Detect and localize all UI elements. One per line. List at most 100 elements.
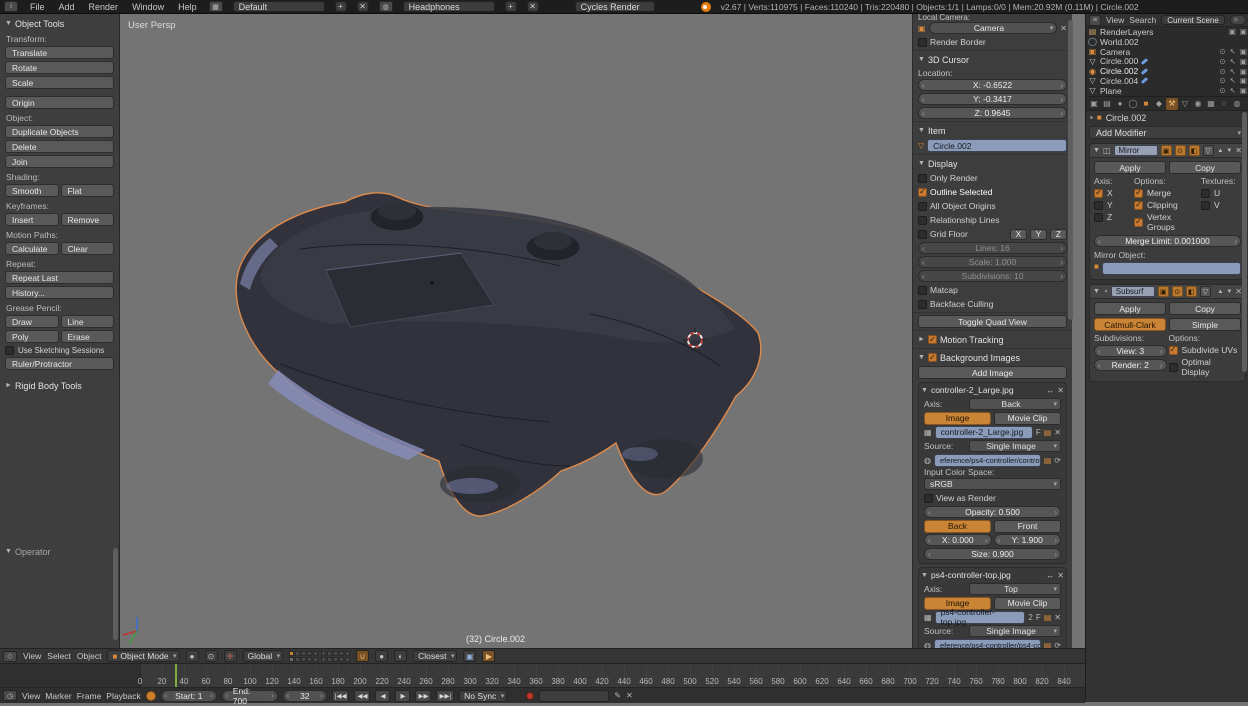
start-frame-field[interactable]: Start: 1 bbox=[161, 690, 217, 702]
layers-widget[interactable] bbox=[289, 651, 350, 662]
cage-toggle[interactable]: ▽ bbox=[1203, 145, 1214, 156]
pin-icon[interactable]: ▪ bbox=[1090, 113, 1093, 122]
reload-icon[interactable]: ⟳ bbox=[1054, 641, 1061, 649]
operator-panel-header[interactable]: ▼ Operator bbox=[5, 545, 109, 558]
gp-line-button[interactable]: Line bbox=[61, 315, 115, 328]
clipping-checkbox[interactable] bbox=[1134, 201, 1143, 210]
vertex-groups-checkbox[interactable] bbox=[1134, 218, 1143, 227]
hide-icon[interactable]: ⊙ bbox=[1219, 57, 1225, 66]
move-up-icon[interactable]: ▲ bbox=[1217, 148, 1223, 154]
select-menu[interactable]: Select bbox=[47, 651, 71, 661]
jump-end-button[interactable]: ▶▶| bbox=[436, 690, 454, 702]
only-render-checkbox[interactable] bbox=[918, 174, 927, 183]
apply-button[interactable]: Apply bbox=[1094, 161, 1166, 174]
browse-folder-icon[interactable]: ▤ bbox=[1044, 456, 1052, 465]
timeline-ruler[interactable]: 0204060801001201401601802002202402602803… bbox=[0, 664, 1085, 687]
colorspace-select[interactable]: sRGB bbox=[924, 478, 1061, 490]
modifier-name-field[interactable]: Mirror bbox=[1114, 145, 1158, 156]
selectable-icon[interactable]: ↖ bbox=[1230, 76, 1236, 85]
editor-type-icon[interactable]: i bbox=[4, 1, 18, 12]
mirror-z-checkbox[interactable] bbox=[1094, 213, 1103, 222]
grid-z-button[interactable]: Z bbox=[1050, 229, 1067, 240]
ruler-protractor-button[interactable]: Ruler/Protractor bbox=[5, 357, 114, 370]
merge-checkbox[interactable] bbox=[1134, 189, 1143, 198]
modifier-name-field[interactable]: Subsurf bbox=[1111, 286, 1155, 297]
screen-delete-button[interactable]: ✕ bbox=[357, 1, 369, 12]
remove-keyframe-button[interactable]: Remove bbox=[61, 213, 115, 226]
tab-physics-icon[interactable]: ◍ bbox=[1231, 98, 1243, 110]
image-tab[interactable]: Image bbox=[924, 412, 991, 425]
relationship-lines-checkbox[interactable] bbox=[918, 216, 927, 225]
motion-tracking-checkbox[interactable] bbox=[928, 335, 937, 344]
timeline-marker-menu[interactable]: Marker bbox=[45, 691, 71, 701]
outliner-row[interactable]: ▤ RenderLayers ▣▣ bbox=[1086, 27, 1248, 37]
render-restrict-icon[interactable]: ▣ bbox=[1240, 67, 1247, 76]
open-file-icon[interactable]: ▤ bbox=[1044, 613, 1052, 622]
users-count-button[interactable]: 2 bbox=[1028, 613, 1032, 622]
fake-user-button[interactable]: F bbox=[1036, 613, 1041, 622]
editor-type-icon[interactable]: ◇ bbox=[3, 651, 17, 662]
render-restrict-icon[interactable]: ▣ bbox=[1240, 47, 1247, 56]
tab-particles-icon[interactable]: ⁘ bbox=[1218, 98, 1230, 110]
render-subdivisions-field[interactable]: Render: 2 bbox=[1094, 359, 1167, 371]
history-button[interactable]: History... bbox=[5, 286, 114, 299]
current-frame-field[interactable]: 32 bbox=[283, 690, 327, 702]
sync-select[interactable]: No Sync bbox=[459, 690, 507, 702]
outliner-row-selected[interactable]: ◉ Circle.002 ⊙↖▣ bbox=[1086, 66, 1248, 76]
move-down-icon[interactable]: ▼ bbox=[1226, 289, 1232, 295]
unlink-icon[interactable]: ✕ bbox=[1054, 428, 1061, 437]
record-button[interactable] bbox=[526, 692, 534, 700]
scene-delete-button[interactable]: ✕ bbox=[527, 1, 539, 12]
keying-set-field[interactable] bbox=[539, 690, 609, 702]
gp-erase-button[interactable]: Erase bbox=[61, 330, 115, 343]
image-browse-icon[interactable]: ▦ bbox=[924, 613, 932, 622]
render-visibility-toggle[interactable]: ▣ bbox=[1161, 145, 1172, 156]
play-reverse-button[interactable]: ◀ bbox=[375, 690, 390, 702]
editor-type-icon[interactable]: ≡ bbox=[1089, 15, 1101, 26]
render-engine-select[interactable]: Cycles Render bbox=[575, 1, 655, 12]
tab-modifiers-icon[interactable]: ⚒ bbox=[1166, 98, 1178, 110]
sketching-sessions-checkbox[interactable] bbox=[5, 346, 14, 355]
texture-u-checkbox[interactable] bbox=[1201, 189, 1210, 198]
menu-help[interactable]: Help bbox=[176, 2, 199, 12]
grid-lines-field[interactable]: Lines: 16 bbox=[918, 242, 1067, 254]
duplicate-objects-button[interactable]: Duplicate Objects bbox=[5, 125, 114, 138]
opacity-slider[interactable]: Opacity: 0.500 bbox=[924, 506, 1061, 518]
movie-clip-tab[interactable]: Movie Clip bbox=[994, 412, 1061, 425]
repeat-last-button[interactable]: Repeat Last bbox=[5, 271, 114, 284]
snap-element-icon[interactable]: ● bbox=[375, 650, 388, 662]
editmode-toggle[interactable]: ◧ bbox=[1186, 286, 1197, 297]
outline-selected-checkbox[interactable] bbox=[918, 188, 927, 197]
outliner-row[interactable]: ◯ World.002 bbox=[1086, 37, 1248, 47]
cursor-z-field[interactable]: Z: 0.9645 bbox=[918, 107, 1067, 119]
expand-icon[interactable]: ↔ bbox=[1046, 386, 1054, 395]
cage-toggle[interactable]: ▽ bbox=[1200, 286, 1211, 297]
screen-layout-field[interactable]: Default bbox=[233, 1, 325, 12]
mirror-y-checkbox[interactable] bbox=[1094, 201, 1103, 210]
display-panel-header[interactable]: ▼ Display bbox=[918, 157, 1067, 170]
proportional-edit-icon[interactable]: ◐ bbox=[394, 650, 407, 662]
rotate-button[interactable]: Rotate bbox=[5, 61, 114, 74]
hide-icon[interactable]: ⊙ bbox=[1219, 86, 1225, 95]
jump-start-button[interactable]: |◀◀ bbox=[332, 690, 350, 702]
open-file-icon[interactable]: ▤ bbox=[1044, 428, 1052, 437]
render-restrict-icon[interactable]: ▣ bbox=[1240, 86, 1247, 95]
selectable-icon[interactable]: ↖ bbox=[1230, 86, 1236, 95]
outliner-search-menu[interactable]: Search bbox=[1129, 15, 1156, 25]
join-button[interactable]: Join bbox=[5, 155, 114, 168]
viewport-shading-select[interactable]: ● bbox=[186, 650, 199, 662]
tab-render-layers-icon[interactable]: ▤ bbox=[1101, 98, 1113, 110]
fake-user-button[interactable]: F bbox=[1036, 428, 1041, 437]
size-field[interactable]: Size: 0.900 bbox=[924, 548, 1061, 560]
timeline-frame-menu[interactable]: Frame bbox=[77, 691, 102, 701]
backface-culling-checkbox[interactable] bbox=[918, 300, 927, 309]
render-visibility-toggle[interactable]: ▣ bbox=[1158, 286, 1169, 297]
front-button[interactable]: Front bbox=[994, 520, 1061, 533]
timeline-playback-menu[interactable]: Playback bbox=[106, 691, 141, 701]
bg-axis-select[interactable]: Top bbox=[969, 583, 1061, 595]
outliner-view-menu[interactable]: View bbox=[1106, 15, 1124, 25]
toggle-quad-view-button[interactable]: Toggle Quad View bbox=[918, 315, 1067, 328]
grid-subdivisions-field[interactable]: Subdivisions: 10 bbox=[918, 270, 1067, 282]
selectable-icon[interactable]: ↖ bbox=[1230, 47, 1236, 56]
offset-x-field[interactable]: X: 0.000 bbox=[924, 534, 992, 546]
